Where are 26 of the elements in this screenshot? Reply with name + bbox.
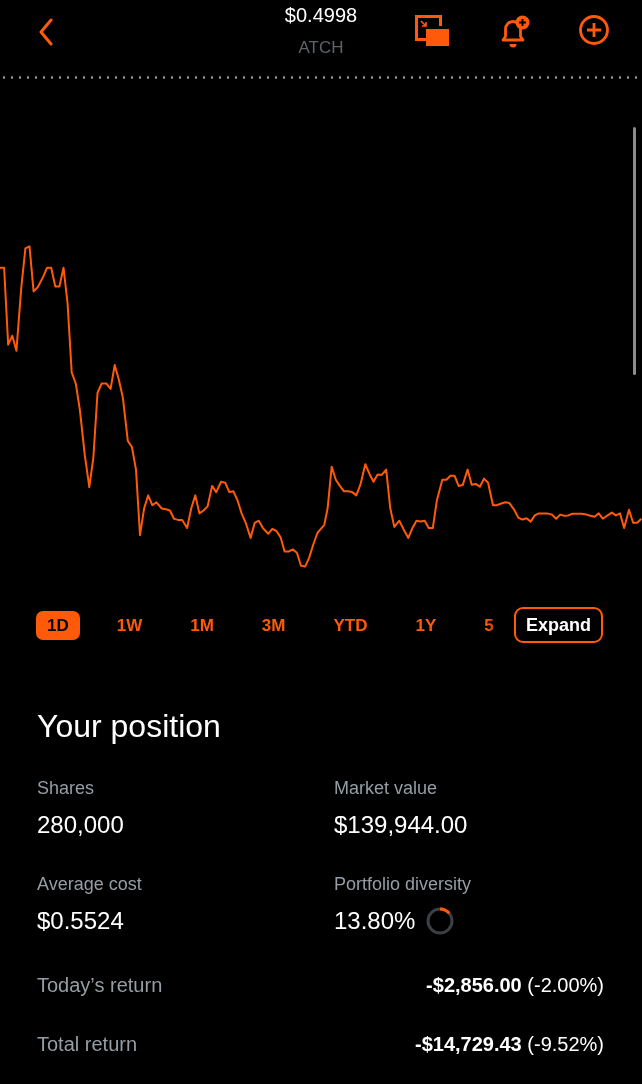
return-value: -$14,729.43 (-9.52%): [415, 1032, 604, 1056]
return-value: -$2,856.00 (-2.00%): [426, 973, 604, 997]
range-tab[interactable]: 5: [473, 610, 505, 640]
return-label: Total return: [37, 1032, 138, 1056]
range-tab[interactable]: 3M: [250, 610, 297, 640]
stat-label: Portfolio diversity: [334, 873, 473, 895]
add-icon[interactable]: [579, 15, 609, 45]
stat-value: $0.5524: [37, 906, 124, 936]
stat-value: 13.80%: [334, 906, 416, 936]
expand-button[interactable]: Expand: [514, 607, 603, 643]
stat-label: Market value: [334, 777, 439, 799]
range-tab[interactable]: 1D: [36, 610, 80, 640]
ticker-symbol: ATCH: [298, 38, 344, 58]
stat-value: 280,000: [37, 810, 124, 840]
range-tab[interactable]: 1Y: [404, 610, 448, 640]
back-icon[interactable]: [38, 18, 54, 46]
range-tab[interactable]: YTD: [322, 610, 379, 640]
stat-label: Shares: [37, 777, 96, 799]
stat-value: $139,944.00: [334, 810, 468, 840]
picture-in-picture-icon[interactable]: [415, 15, 449, 46]
stock-price: $0.4998: [284, 3, 358, 27]
section-title: Your position: [37, 707, 222, 745]
range-tab[interactable]: 1M: [179, 610, 225, 640]
stat-label: Average cost: [37, 873, 143, 895]
return-label: Today’s return: [37, 973, 163, 997]
range-tab[interactable]: 1W: [105, 610, 154, 640]
